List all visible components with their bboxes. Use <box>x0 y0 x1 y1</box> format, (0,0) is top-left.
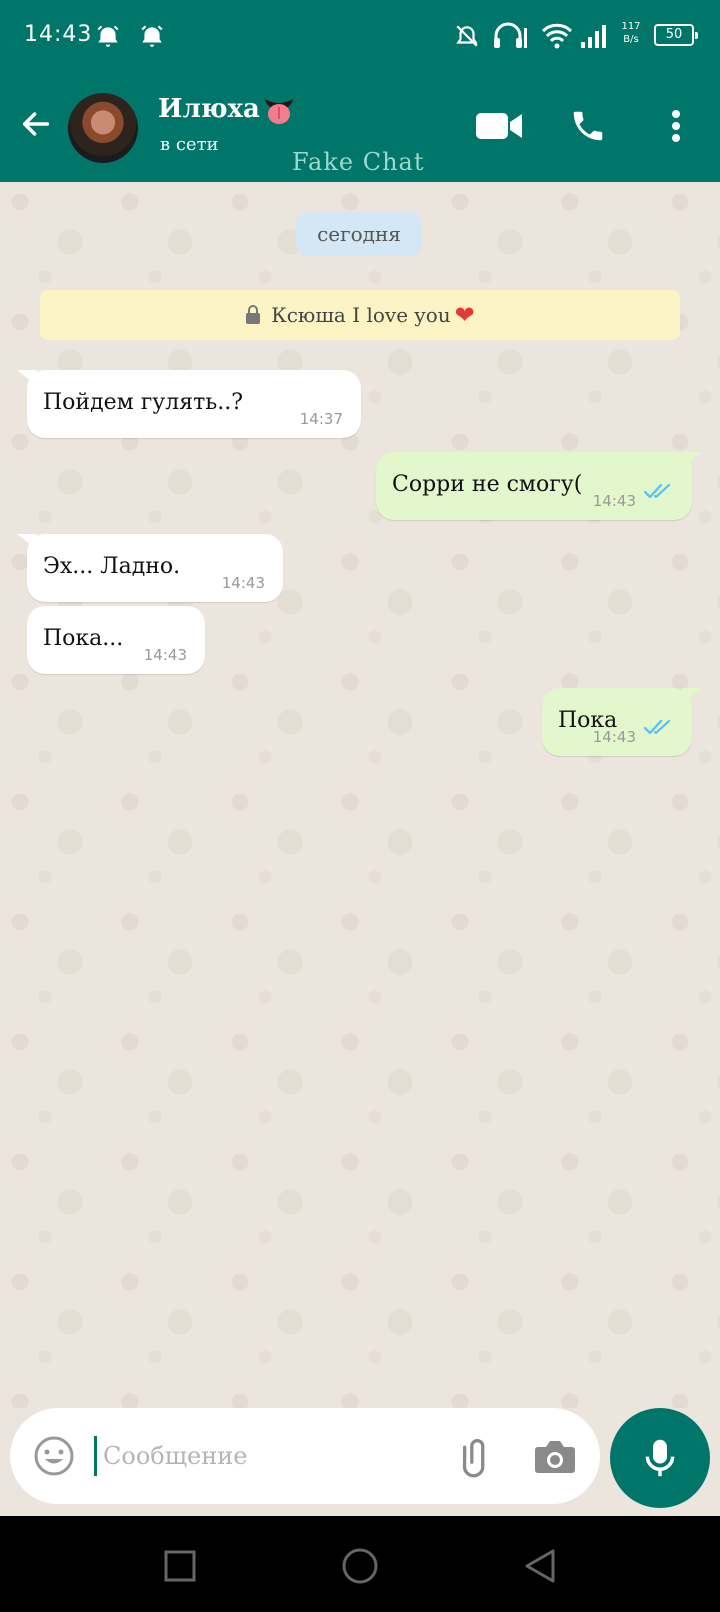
nav-home-icon[interactable] <box>338 1544 382 1588</box>
headphones-icon <box>490 20 530 52</box>
message-input[interactable] <box>94 1436 434 1476</box>
status-bar: 14:43 117 B/s 50 <box>0 0 720 72</box>
status-time: 14:43 <box>24 22 93 47</box>
message-time: 14:43 <box>221 574 265 592</box>
microphone-icon[interactable] <box>610 1408 710 1508</box>
nav-recents-icon[interactable] <box>158 1544 202 1588</box>
lock-icon <box>245 305 261 325</box>
double-check-icon <box>643 717 674 742</box>
message-text: Эх... Ладно. <box>43 554 181 579</box>
contact-name-row[interactable]: Илюха <box>158 94 296 125</box>
notice-text: Ксюша I love you <box>271 303 451 327</box>
message-bubble-incoming[interactable]: Эх... Ладно. 14:43 <box>17 534 283 602</box>
message-bubble-incoming[interactable]: Пока... 14:43 <box>27 606 205 674</box>
message-text: Сорри не смогу( <box>392 472 583 497</box>
emoji-icon[interactable] <box>32 1434 76 1478</box>
alarm-icon <box>92 20 124 52</box>
bell-off-icon <box>452 20 482 52</box>
message-time: 14:43 <box>143 646 187 664</box>
watermark: Fake Chat <box>292 148 425 176</box>
contact-name: Илюха <box>158 94 260 124</box>
network-speed-value: 117 <box>621 21 641 32</box>
wifi-icon <box>540 20 574 52</box>
message-bubble-outgoing[interactable]: Пока 14:43 <box>542 688 702 756</box>
message-time: 14:43 <box>592 728 636 746</box>
chat-area[interactable]: сегодня Ксюша I love you ❤ Пойдем гулять… <box>0 182 720 1408</box>
double-check-icon <box>643 481 674 506</box>
bubble-tail <box>682 688 702 704</box>
signal-icon <box>578 20 608 52</box>
contact-status: в сети <box>160 134 219 155</box>
heart-icon: ❤ <box>454 301 475 329</box>
system-nav-bar <box>0 1516 720 1612</box>
video-call-icon[interactable] <box>474 102 526 150</box>
bubble-tail <box>17 370 37 386</box>
paperclip-icon[interactable] <box>452 1432 502 1482</box>
battery-icon: 50 <box>654 24 698 46</box>
chat-header: Илюха в сети Fake Chat <box>0 72 720 182</box>
message-text: Пойдем гулять..? <box>43 390 244 415</box>
date-chip: сегодня <box>296 212 422 256</box>
phone-icon[interactable] <box>562 102 614 150</box>
network-speed-unit: B/s <box>623 34 639 45</box>
message-time: 14:43 <box>592 492 636 510</box>
message-bubble-incoming[interactable]: Пойдем гулять..? 14:37 <box>17 370 361 438</box>
message-text: Пока... <box>43 626 124 651</box>
more-vert-icon[interactable] <box>650 102 702 150</box>
back-arrow-icon[interactable] <box>14 102 58 146</box>
bubble-tail <box>682 452 702 468</box>
network-speed: 117 B/s <box>620 20 642 46</box>
message-bubble-outgoing[interactable]: Сорри не смогу( 14:43 <box>376 452 702 520</box>
alarm-icon <box>136 20 168 52</box>
nav-back-icon[interactable] <box>518 1544 562 1588</box>
tongue-emoji-icon <box>262 95 296 125</box>
message-composer <box>10 1408 600 1504</box>
camera-icon[interactable] <box>530 1432 580 1482</box>
avatar[interactable] <box>68 93 138 163</box>
message-time: 14:37 <box>299 410 343 428</box>
bubble-tail <box>17 534 37 550</box>
battery-level: 50 <box>665 27 683 42</box>
encryption-notice[interactable]: Ксюша I love you ❤ <box>40 290 680 340</box>
